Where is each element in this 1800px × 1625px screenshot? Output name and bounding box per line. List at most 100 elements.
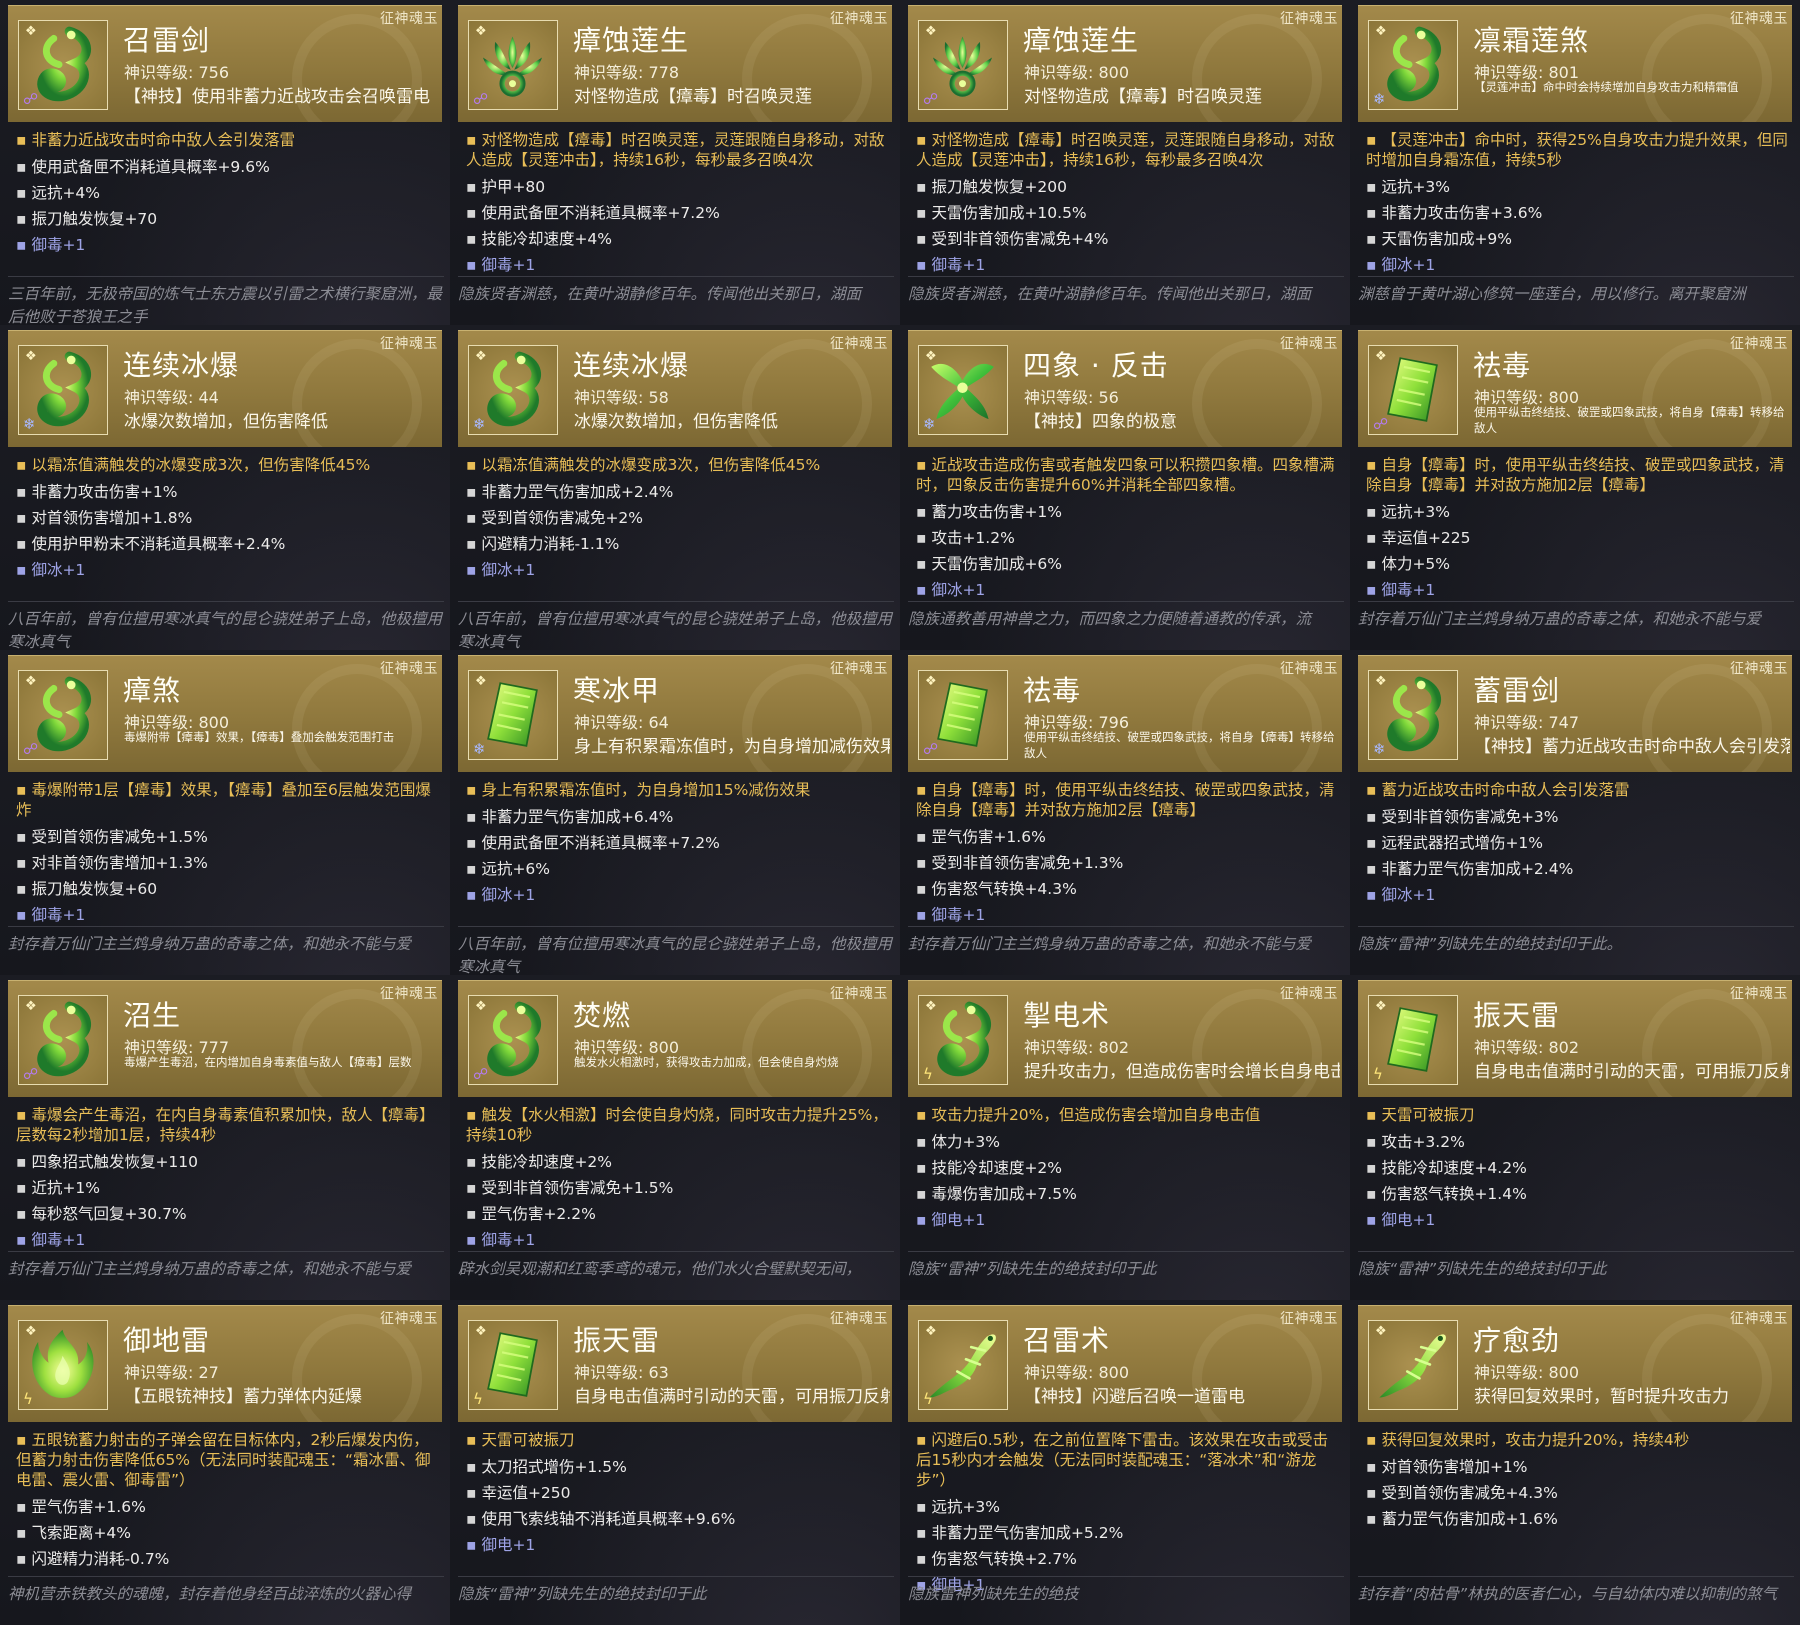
- stat-line: 非蓄力攻击伤害+1%: [16, 479, 438, 505]
- soul-jade-card[interactable]: 征神魂玉 ❖ ☍ 焚燃 神识等级: 800 触发水火相激时，获得攻击力加成，但会…: [450, 975, 900, 1300]
- divine-sense-level: 神识等级: 802: [1474, 1038, 1580, 1057]
- jade-icon-frame: ❖ ❄: [468, 345, 558, 435]
- card-header: 征神魂玉 ❖ ☍ 瘴蚀莲生 神识等级: 778 对怪物造成【瘴毒】时召唤灵莲: [458, 5, 892, 122]
- divine-sense-level: 神识等级: 27: [124, 1363, 219, 1382]
- divine-sense-level: 神识等级: 778: [574, 63, 680, 82]
- divine-sense-level: 神识等级: 63: [574, 1363, 669, 1382]
- soul-jade-card[interactable]: 征神魂玉 ❖ ϟ 振天雷 神识等级: 63 自身电击值满时引动的天雷，可用振刀反…: [450, 1300, 900, 1625]
- poison-icon: ☍: [1373, 415, 1389, 433]
- resistance-bonus: 御毒+1: [466, 1227, 888, 1253]
- soul-jade-card[interactable]: 征神魂玉 ❖ ϟ 掣电术 神识等级: 802 提升攻击力，但造成伤害时会增长自身…: [900, 975, 1350, 1300]
- jade-name: 瘴蚀莲生: [1023, 24, 1140, 57]
- jade-icon-frame: ❖ ☍: [918, 670, 1008, 760]
- skill-effect: 天雷可被振刀: [466, 1430, 888, 1450]
- category-tag: 征神魂玉: [1280, 1311, 1338, 1327]
- soul-jade-card[interactable]: 征神魂玉 ❖ ☍ 瘴煞 神识等级: 800 毒爆附带【瘴毒】效果，【瘴毒】叠加会…: [0, 650, 450, 975]
- jade-name: 凛霜莲煞: [1473, 24, 1590, 57]
- ice-icon: ❄: [1373, 740, 1386, 758]
- lore-text: 三百年前，无极帝国的炼气士东方震以引雷之术横行聚窟洲，最后他败于苍狼王之手: [8, 276, 444, 325]
- card-header: 征神魂玉 ❖ ☍ 沼生 神识等级: 777 毒爆产生毒沼，在内增加自身毒素值与敌…: [8, 980, 442, 1097]
- card-header: 征神魂玉 ❖ ϟ 振天雷 神识等级: 802 自身电击值满时引动的天雷，可用振刀…: [1358, 980, 1792, 1097]
- soul-jade-card[interactable]: 征神魂玉 ❖ ❄ 连续冰爆 神识等级: 44 冰爆次数增加，但伤害降低 以霜冻值…: [0, 325, 450, 650]
- stat-line: 体力+5%: [1366, 551, 1788, 577]
- lore-text: 隐族“雷神”列缺先生的绝技封印于此: [908, 1251, 1344, 1300]
- card-header: 征神魂玉 ❖ ❄ 连续冰爆 神识等级: 44 冰爆次数增加，但伤害降低: [8, 330, 442, 447]
- lore-text: 八百年前，曾有位擅用寒冰真气的昆仑骁姓弟子上岛，他极擅用寒冰真气: [458, 601, 894, 650]
- soul-jade-card[interactable]: 征神魂玉 ❖ ☍ 召雷剑 神识等级: 756 【神技】使用非蓄力近战攻击会召唤雷…: [0, 0, 450, 325]
- lore-text: 封存着万仙门主兰鸩身纳万蛊的奇毒之体，和她永不能与爱: [8, 926, 444, 975]
- card-header: 征神魂玉 ❖ ϟ 召雷术 神识等级: 800 【神技】闪避后召唤一道雷电: [908, 1305, 1342, 1422]
- card-header: 征神魂玉 ❖ ☍ 祛毒 神识等级: 800 使用平纵击终结技、破罡或四象武技，将…: [1358, 330, 1792, 447]
- stat-line: 非蓄力罡气伤害加成+2.4%: [466, 479, 888, 505]
- stat-list: 对首领伤害增加+1%受到首领伤害减免+4.3%蓄力罡气伤害加成+1.6%: [1366, 1454, 1788, 1532]
- stat-line: 使用武备匣不消耗道具概率+7.2%: [466, 830, 888, 856]
- category-tag: 征神魂玉: [1280, 986, 1338, 1002]
- soul-jade-card[interactable]: 征神魂玉 ❖ ϟ 振天雷 神识等级: 802 自身电击值满时引动的天雷，可用振刀…: [1350, 975, 1800, 1300]
- divine-sense-level: 神识等级: 64: [574, 713, 669, 732]
- jade-icon-frame: ❖ ☍: [18, 20, 108, 110]
- card-body: 攻击力提升20%，但造成伤害会增加自身电击值 体力+3%技能冷却速度+2%毒爆伤…: [908, 1097, 1342, 1233]
- stat-line: 闪避精力消耗-0.7%: [16, 1546, 438, 1572]
- soul-jade-card[interactable]: 征神魂玉 ❖ 疗愈劲 神识等级: 800 获得回复效果时，暂时提升攻击力 获得回…: [1350, 1300, 1800, 1625]
- stat-line: 天雷伤害加成+6%: [916, 551, 1338, 577]
- stat-line: 受到首领伤害减免+1.5%: [16, 824, 438, 850]
- lore-text: 渊慈曾于黄叶湖心修筑一座莲台，用以修行。离开聚窟洲: [1358, 276, 1794, 325]
- stat-line: 远抗+3%: [916, 1494, 1338, 1520]
- stat-line: 技能冷却速度+4.2%: [1366, 1155, 1788, 1181]
- soul-jade-card[interactable]: 征神魂玉 ❖ ☍ 瘴蚀莲生 神识等级: 800 对怪物造成【瘴毒】时召唤灵莲 对…: [900, 0, 1350, 325]
- card-body: 以霜冻值满触发的冰爆变成3次，但伤害降低45% 非蓄力罡气伤害加成+2.4%受到…: [458, 447, 892, 583]
- card-body: 【灵莲冲击】命中时，获得25%自身攻击力提升效果，但同时增加自身霜冻值，持续5秒…: [1358, 122, 1792, 278]
- soul-jade-card[interactable]: 征神魂玉 ❖ ❄ 寒冰甲 神识等级: 64 身上有积累霜冻值时，为自身增加减伤效…: [450, 650, 900, 975]
- jade-icon-frame: ❖ ❄: [18, 345, 108, 435]
- jade-name: 振天雷: [573, 1324, 661, 1357]
- lore-text: 隐族通教善用神兽之力，而四象之力便随着通教的传承，流: [908, 601, 1344, 650]
- skill-summary: 毒爆附带【瘴毒】效果，【瘴毒】叠加会触发范围打击: [124, 730, 395, 744]
- resistance-bonus: 御冰+1: [16, 557, 438, 583]
- jade-name: 召雷术: [1023, 1324, 1111, 1357]
- category-tag: 征神魂玉: [1730, 661, 1788, 677]
- thunder-icon: ϟ: [23, 1390, 33, 1408]
- stat-line: 每秒怒气回复+30.7%: [16, 1201, 438, 1227]
- jade-icon-frame: ❖ ϟ: [468, 1320, 558, 1410]
- jade-name: 祛毒: [1473, 349, 1532, 382]
- stat-line: 远抗+3%: [1366, 499, 1788, 525]
- skill-effect: 以霜冻值满触发的冰爆变成3次，但伤害降低45%: [466, 455, 888, 475]
- card-header: 征神魂玉 ❖ ❄ 连续冰爆 神识等级: 58 冰爆次数增加，但伤害降低: [458, 330, 892, 447]
- soul-jade-card[interactable]: 征神魂玉 ❖ ϟ 召雷术 神识等级: 800 【神技】闪避后召唤一道雷电 闪避后…: [900, 1300, 1350, 1625]
- skill-effect: 获得回复效果时，攻击力提升20%，持续4秒: [1366, 1430, 1788, 1450]
- category-tag: 征神魂玉: [1730, 336, 1788, 352]
- skill-summary: 自身电击值满时引动的天雷，可用振刀反射出去: [1474, 1062, 1790, 1082]
- skill-summary: 提升攻击力，但造成伤害时会增长自身电击值: [1024, 1062, 1340, 1082]
- soul-jade-card[interactable]: 征神魂玉 ❖ ☍ 祛毒 神识等级: 796 使用平纵击终结技、破罡或四象武技，将…: [900, 650, 1350, 975]
- card-header: 征神魂玉 ❖ ☍ 焚燃 神识等级: 800 触发水火相激时，获得攻击力加成，但会…: [458, 980, 892, 1097]
- stat-list: 使用武备匣不消耗道具概率+9.6%远抗+4%振刀触发恢复+70: [16, 154, 438, 232]
- resistance-bonus: 御电+1: [466, 1532, 888, 1558]
- jade-icon-frame: ❖ ϟ: [918, 995, 1008, 1085]
- lore-text: 封存着万仙门主兰鸩身纳万蛊的奇毒之体，和她永不能与爱: [8, 1251, 444, 1300]
- divine-sense-level: 神识等级: 58: [574, 388, 669, 407]
- stat-line: 受到非首领伤害减免+1.3%: [916, 850, 1338, 876]
- skill-effect: 【灵莲冲击】命中时，获得25%自身攻击力提升效果，但同时增加自身霜冻值，持续5秒: [1366, 130, 1788, 170]
- card-header: 征神魂玉 ❖ ❄ 寒冰甲 神识等级: 64 身上有积累霜冻值时，为自身增加减伤效…: [458, 655, 892, 772]
- card-body: 对怪物造成【瘴毒】时召唤灵莲，灵莲跟随自身移动，对敌人造成【灵莲冲击】，持续16…: [908, 122, 1342, 278]
- resistance-bonus: 御毒+1: [916, 902, 1338, 928]
- stat-list: 非蓄力罡气伤害加成+2.4%受到首领伤害减免+2%闪避精力消耗-1.1%: [466, 479, 888, 557]
- lore-text: 隐族“雷神”列缺先生的绝技封印于此: [458, 1576, 894, 1625]
- jade-name: 寒冰甲: [573, 674, 661, 707]
- resistance-bonus: 御冰+1: [916, 577, 1338, 603]
- soul-jade-card[interactable]: 征神魂玉 ❖ ❄ 四象 · 反击 神识等级: 56 【神技】四象的极意 近战攻击…: [900, 325, 1350, 650]
- soul-jade-card[interactable]: 征神魂玉 ❖ ☍ 沼生 神识等级: 777 毒爆产生毒沼，在内增加自身毒素值与敌…: [0, 975, 450, 1300]
- stat-line: 非蓄力罡气伤害加成+2.4%: [1366, 856, 1788, 882]
- jade-icon-frame: ❖: [1368, 1320, 1458, 1410]
- skill-effect: 对怪物造成【瘴毒】时召唤灵莲，灵莲跟随自身移动，对敌人造成【灵莲冲击】，持续16…: [916, 130, 1338, 170]
- card-header: 征神魂玉 ❖ ❄ 蓄雷剑 神识等级: 747 【神技】蓄力近战攻击时命中敌人会引…: [1358, 655, 1792, 772]
- soul-jade-card[interactable]: 征神魂玉 ❖ ☍ 瘴蚀莲生 神识等级: 778 对怪物造成【瘴毒】时召唤灵莲 对…: [450, 0, 900, 325]
- ice-icon: ❄: [923, 415, 936, 433]
- jade-name: 四象 · 反击: [1023, 349, 1169, 382]
- soul-jade-card[interactable]: 征神魂玉 ❖ ϟ 御地雷 神识等级: 27 【五眼铳神技】蓄力弹体内延爆 五眼铳…: [0, 1300, 450, 1625]
- jade-name: 连续冰爆: [573, 349, 690, 382]
- soul-jade-card[interactable]: 征神魂玉 ❖ ☍ 祛毒 神识等级: 800 使用平纵击终结技、破罡或四象武技，将…: [1350, 325, 1800, 650]
- soul-jade-card[interactable]: 征神魂玉 ❖ ❄ 蓄雷剑 神识等级: 747 【神技】蓄力近战攻击时命中敌人会引…: [1350, 650, 1800, 975]
- soul-jade-card[interactable]: 征神魂玉 ❖ ❄ 凛霜莲煞 神识等级: 801 【灵莲冲击】命中时会持续增加自身…: [1350, 0, 1800, 325]
- soul-jade-card[interactable]: 征神魂玉 ❖ ❄ 连续冰爆 神识等级: 58 冰爆次数增加，但伤害降低 以霜冻值…: [450, 325, 900, 650]
